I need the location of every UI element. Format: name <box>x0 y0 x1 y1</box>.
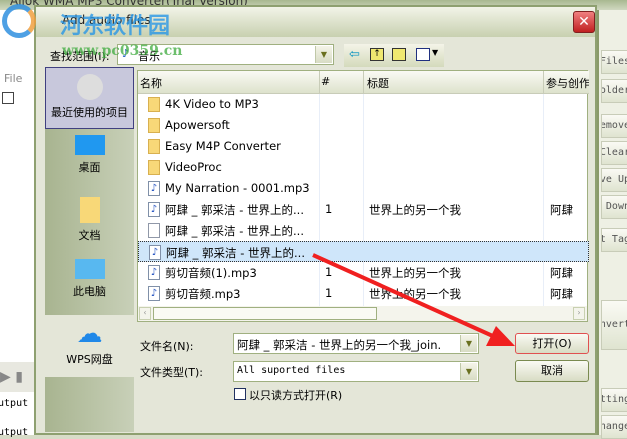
arrow-shaft <box>312 253 496 339</box>
annotation-arrow <box>312 253 515 346</box>
